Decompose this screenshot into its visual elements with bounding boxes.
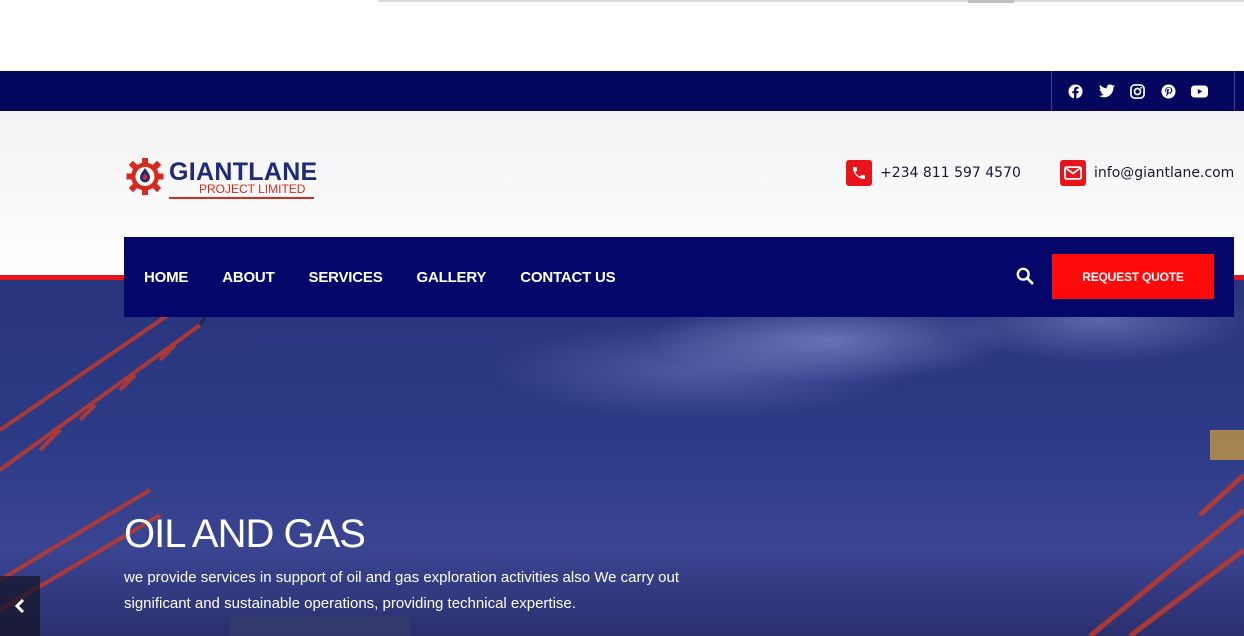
top-strip — [0, 0, 1244, 71]
chevron-left-icon — [14, 599, 25, 613]
slider-prev-button[interactable] — [0, 576, 40, 636]
main-nav: HOME ABOUT SERVICES GALLERY CONTACT US R… — [124, 237, 1234, 317]
pinterest-icon[interactable] — [1159, 82, 1178, 101]
nav-menu: HOME ABOUT SERVICES GALLERY CONTACT US — [144, 237, 616, 317]
logo[interactable]: GIANTLANE PROJECT LIMITED — [125, 155, 325, 205]
page: GIANTLANE PROJECT LIMITED +234 811 597 4… — [0, 0, 1244, 636]
email-contact[interactable]: info@giantlane.com — [1060, 160, 1234, 186]
social-links — [1066, 71, 1209, 111]
social-bar — [0, 71, 1244, 111]
youtube-icon[interactable] — [1190, 82, 1209, 101]
nav-item-gallery[interactable]: GALLERY — [417, 269, 487, 286]
social-divider-right — [1234, 71, 1235, 111]
envelope-icon — [1060, 160, 1086, 186]
logo-underline — [169, 197, 314, 199]
top-divider — [378, 0, 1244, 2]
nav-item-services[interactable]: SERVICES — [309, 269, 383, 286]
email-address: info@giantlane.com — [1094, 165, 1235, 181]
phone-icon — [846, 160, 872, 186]
top-tab-mark — [968, 0, 1014, 3]
social-divider-left — [1051, 71, 1052, 111]
request-quote-button[interactable]: REQUEST QUOTE — [1052, 254, 1214, 299]
logo-gear-icon — [126, 158, 164, 195]
twitter-icon[interactable] — [1097, 82, 1116, 101]
nav-item-home[interactable]: HOME — [144, 269, 188, 286]
instagram-icon[interactable] — [1128, 82, 1147, 101]
phone-number: +234 811 597 4570 — [880, 165, 1021, 181]
logo-subtitle: PROJECT LIMITED — [199, 182, 306, 196]
search-icon[interactable] — [1016, 267, 1034, 285]
facebook-icon[interactable] — [1066, 82, 1085, 101]
hero-description: we provide services in support of oil an… — [124, 569, 679, 612]
nav-item-about[interactable]: ABOUT — [222, 269, 275, 286]
hero-title: OIL AND GAS — [124, 512, 366, 556]
phone-contact[interactable]: +234 811 597 4570 — [846, 160, 1021, 186]
nav-item-contact-us[interactable]: CONTACT US — [520, 269, 615, 286]
